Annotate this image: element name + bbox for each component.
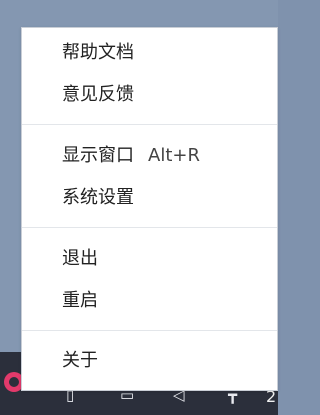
- tray-context-menu: 帮助文档 意见反馈 显示窗口 Alt+R 系统设置 退出 重启 关于: [21, 27, 278, 391]
- menu-item-show-window[interactable]: 显示窗口 Alt+R: [62, 141, 200, 171]
- menu-item-label: 帮助文档: [62, 42, 134, 63]
- menu-separator: [22, 227, 277, 228]
- menu-separator: [22, 124, 277, 125]
- menu-item-label: 关于: [62, 350, 98, 371]
- menu-item-label: 显示窗口: [62, 145, 134, 166]
- menu-item-label: 系统设置: [62, 187, 134, 208]
- menu-item-restart[interactable]: 重启: [62, 286, 98, 316]
- menu-separator: [22, 330, 277, 331]
- menu-item-label: 重启: [62, 290, 98, 311]
- menu-item-label: 退出: [62, 248, 98, 269]
- menu-item-feedback[interactable]: 意见反馈: [62, 80, 134, 110]
- menu-item-shortcut: Alt+R: [148, 145, 200, 166]
- menu-item-about[interactable]: 关于: [62, 346, 98, 376]
- menu-item-label: 意见反馈: [62, 84, 134, 105]
- menu-item-settings[interactable]: 系统设置: [62, 183, 134, 213]
- menu-item-exit[interactable]: 退出: [62, 244, 98, 274]
- menu-item-help-docs[interactable]: 帮助文档: [62, 38, 134, 68]
